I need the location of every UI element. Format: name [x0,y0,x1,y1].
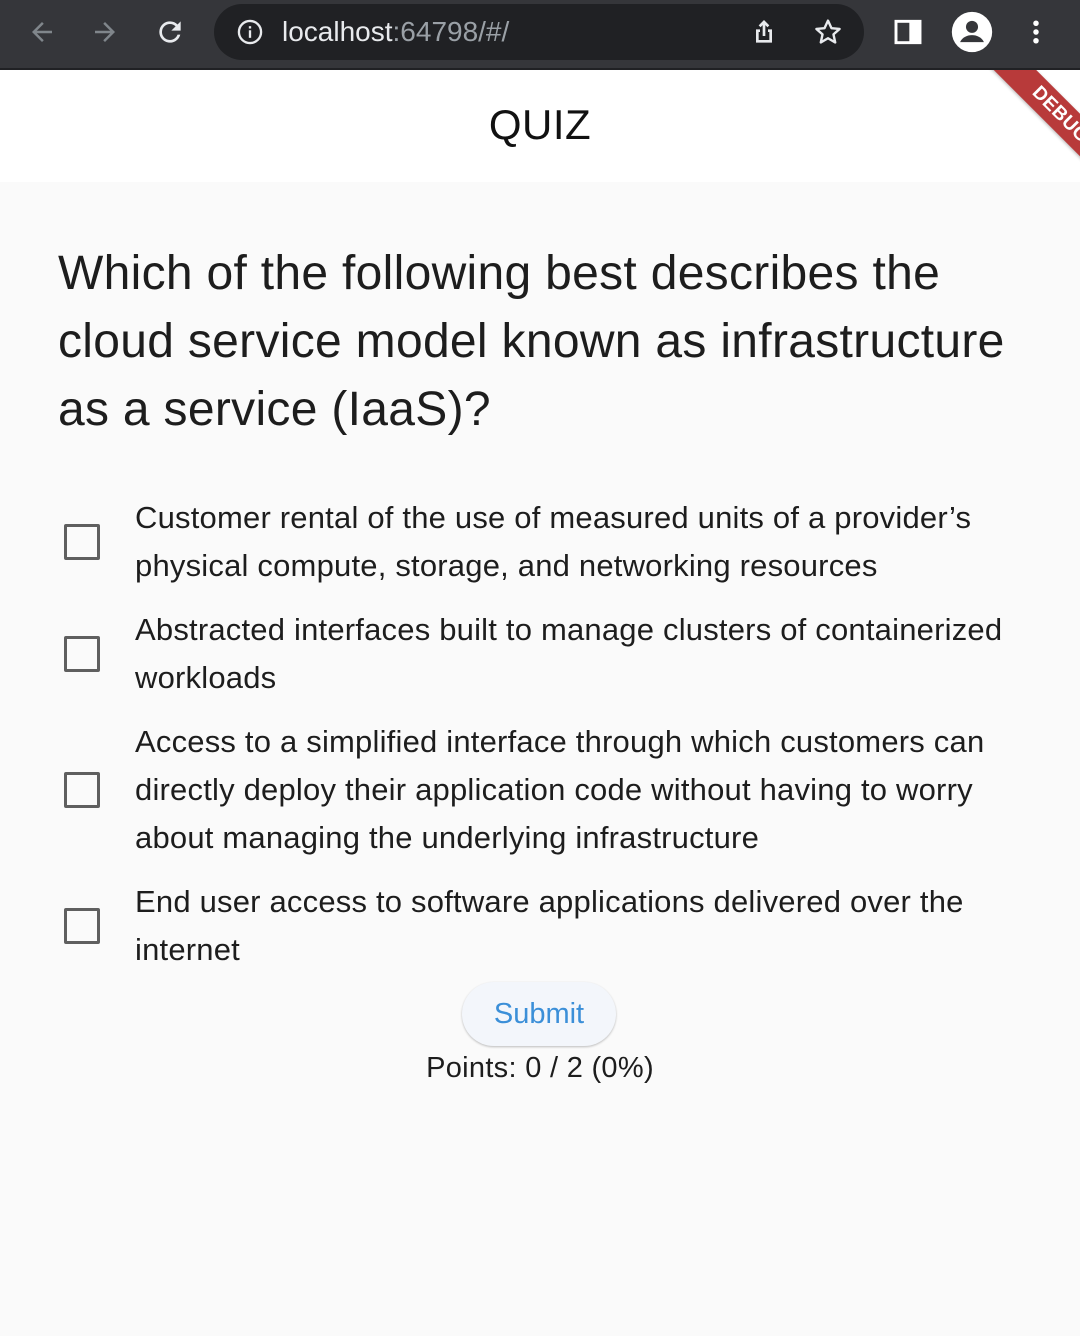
url-host: localhost [282,16,393,47]
answer-option-label: Access to a simplified interface through… [135,724,985,855]
points-text: Points: 0 / 2 (0%) [426,1052,654,1084]
answer-option-2[interactable]: Abstracted interfaces built to manage cl… [0,606,1080,702]
answer-option-label: Abstracted interfaces built to manage cl… [135,612,1003,695]
answer-option-4[interactable]: End user access to software applications… [0,878,1080,974]
info-icon[interactable] [236,18,264,46]
url-path: :64798/#/ [392,16,510,47]
browser-toolbar: localhost:64798/#/ [0,0,1080,70]
answer-option-3[interactable]: Access to a simplified interface through… [0,718,1080,862]
profile-icon[interactable] [950,10,994,54]
checkbox[interactable] [64,524,100,560]
side-panel-icon[interactable] [886,10,930,54]
submit-button[interactable]: Submit [462,982,616,1046]
answer-option-label: End user access to software applications… [135,884,964,967]
quiz-content: Which of the following best describes th… [0,182,1080,1336]
checkbox[interactable] [64,636,100,672]
app-bar: QUIZ [0,70,1080,182]
forward-arrow-icon[interactable] [83,10,127,54]
url-text[interactable]: localhost:64798/#/ [282,17,509,47]
share-icon[interactable] [748,16,780,48]
back-arrow-icon[interactable] [20,10,64,54]
answer-option-1[interactable]: Customer rental of the use of measured u… [0,494,1080,590]
question-text: Which of the following best describes th… [58,247,1005,436]
page-title: QUIZ [488,101,592,148]
checkbox[interactable] [64,772,100,808]
reload-icon[interactable] [148,10,192,54]
checkbox[interactable] [64,908,100,944]
address-bar[interactable]: localhost:64798/#/ [214,4,864,60]
answer-option-label: Customer rental of the use of measured u… [135,500,972,583]
star-icon[interactable] [812,16,844,48]
more-vert-icon[interactable] [1014,10,1058,54]
